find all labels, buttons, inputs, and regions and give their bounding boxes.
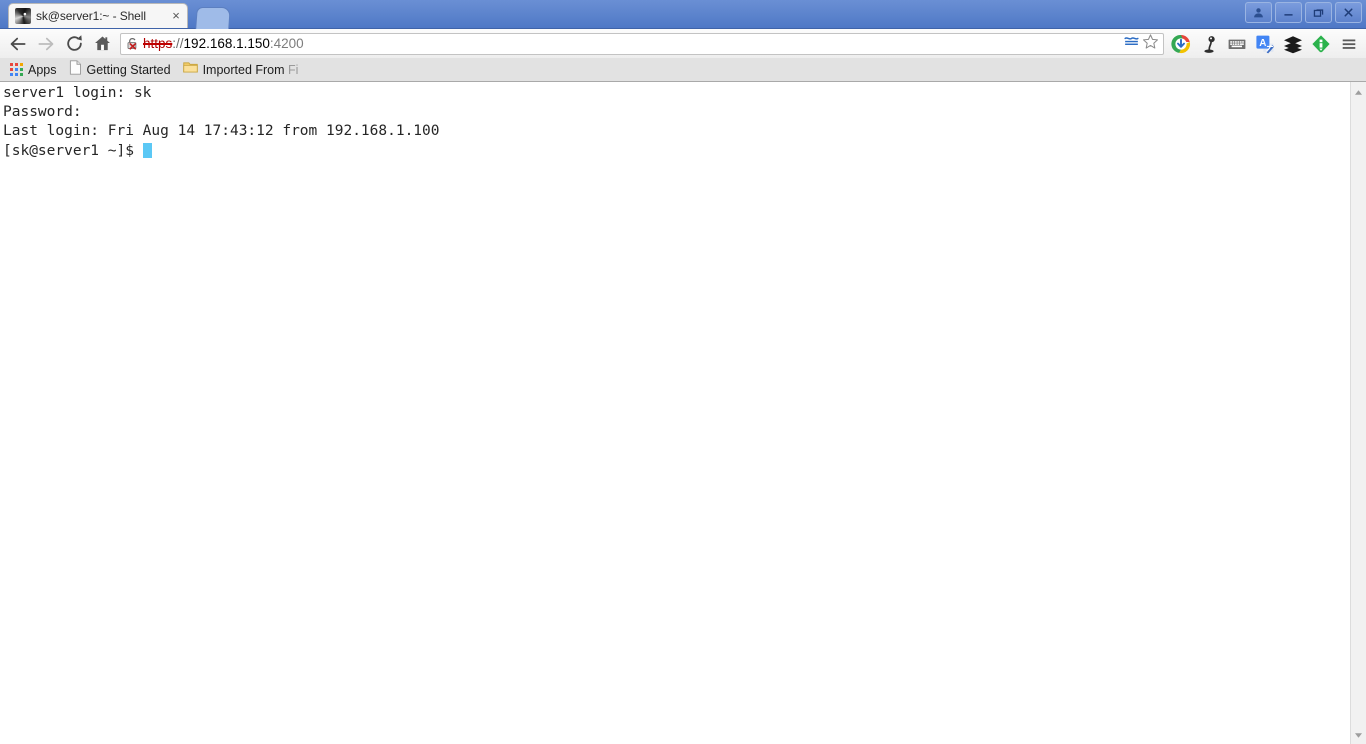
- feedly-icon[interactable]: [1310, 32, 1332, 56]
- restore-button[interactable]: [1305, 2, 1332, 23]
- shell-spiral-icon: [15, 8, 31, 24]
- terminal-line: Password:: [3, 104, 82, 121]
- close-icon[interactable]: ×: [169, 9, 183, 23]
- google-translate-icon[interactable]: A: [1254, 32, 1276, 56]
- scroll-up-icon[interactable]: [1351, 84, 1366, 100]
- terminal-prompt-line: [sk@server1 ~]$: [3, 142, 1350, 161]
- url-host: 192.168.1.150: [183, 36, 270, 51]
- scrollbar-track[interactable]: [1351, 100, 1366, 727]
- restore-icon: [1313, 9, 1324, 17]
- omnibox-actions: [1123, 33, 1161, 55]
- extension-toolbar: A: [1170, 32, 1362, 56]
- desk-lamp-icon[interactable]: [1198, 32, 1220, 56]
- back-button[interactable]: [4, 31, 32, 57]
- home-icon: [94, 36, 110, 51]
- bookmark-item-getting-started[interactable]: Getting Started: [65, 59, 177, 80]
- terminal-prompt: [sk@server1 ~]$: [3, 142, 143, 159]
- minimize-icon: [1284, 14, 1293, 16]
- url-scheme: https: [143, 36, 173, 51]
- scroll-down-icon[interactable]: [1351, 727, 1366, 743]
- address-bar-url: https://192.168.1.150:4200: [143, 36, 304, 51]
- arrow-left-icon: [10, 37, 26, 50]
- chrome-menu-icon[interactable]: [1338, 32, 1360, 56]
- user-icon: [1254, 8, 1263, 18]
- browser-tab-shell[interactable]: sk@server1:~ - Shell ×: [8, 3, 188, 28]
- new-tab-button[interactable]: [195, 7, 231, 29]
- bookmark-star-icon[interactable]: [1142, 33, 1159, 55]
- page-icon: [69, 59, 82, 80]
- url-separator: ://: [172, 36, 184, 51]
- bookmark-item-apps[interactable]: Apps: [6, 60, 63, 80]
- broken-lock-icon[interactable]: [125, 36, 140, 51]
- user-account-button[interactable]: [1245, 2, 1272, 23]
- apps-grid-icon: [10, 63, 23, 76]
- home-button[interactable]: [88, 31, 116, 57]
- terminal-line: Last login: Fri Aug 14 17:43:12 from 192…: [3, 123, 440, 140]
- layers-stack-icon[interactable]: [1282, 32, 1304, 56]
- reload-button[interactable]: [60, 31, 88, 57]
- arrow-right-icon: [38, 37, 54, 50]
- browser-window: sk@server1:~ - Shell × https://192.168.1…: [0, 0, 1366, 744]
- bookmark-label-imported-folder: Imported From Fi: [203, 63, 299, 77]
- close-button[interactable]: [1335, 2, 1362, 23]
- bookmarks-bar: Apps Getting Started Imported From Fi: [0, 58, 1366, 82]
- chrome-download-icon[interactable]: [1170, 32, 1192, 56]
- forward-button[interactable]: [32, 31, 60, 57]
- keyboard-icon[interactable]: [1226, 32, 1248, 56]
- terminal-line: server1 login: sk: [3, 85, 152, 101]
- vertical-scrollbar[interactable]: [1350, 82, 1366, 744]
- terminal-cursor: [142, 142, 152, 158]
- reload-icon: [66, 35, 82, 51]
- url-port: :4200: [269, 36, 304, 51]
- reading-list-icon[interactable]: [1123, 33, 1140, 55]
- folder-icon: [182, 60, 198, 79]
- minimize-button[interactable]: [1275, 2, 1302, 23]
- browser-toolbar: https://192.168.1.150:4200 A: [0, 29, 1366, 58]
- web-terminal[interactable]: server1 login: sk Password: Last login: …: [0, 82, 1350, 744]
- tab-strip: sk@server1:~ - Shell ×: [0, 0, 1366, 29]
- bookmark-item-imported-folder[interactable]: Imported From Fi: [179, 60, 305, 80]
- window-controls: [1245, 2, 1362, 23]
- tab-title: sk@server1:~ - Shell: [36, 9, 146, 23]
- address-bar[interactable]: https://192.168.1.150:4200: [120, 32, 1164, 55]
- bookmark-label-apps: Apps: [28, 62, 57, 77]
- bookmark-label-visible: Imported From: [202, 62, 289, 77]
- close-icon: [1344, 8, 1353, 17]
- page-content-area: server1 login: sk Password: Last login: …: [0, 82, 1366, 744]
- bookmark-label-faded: Fi: [288, 62, 299, 77]
- bookmark-label-getting-started: Getting Started: [86, 62, 171, 77]
